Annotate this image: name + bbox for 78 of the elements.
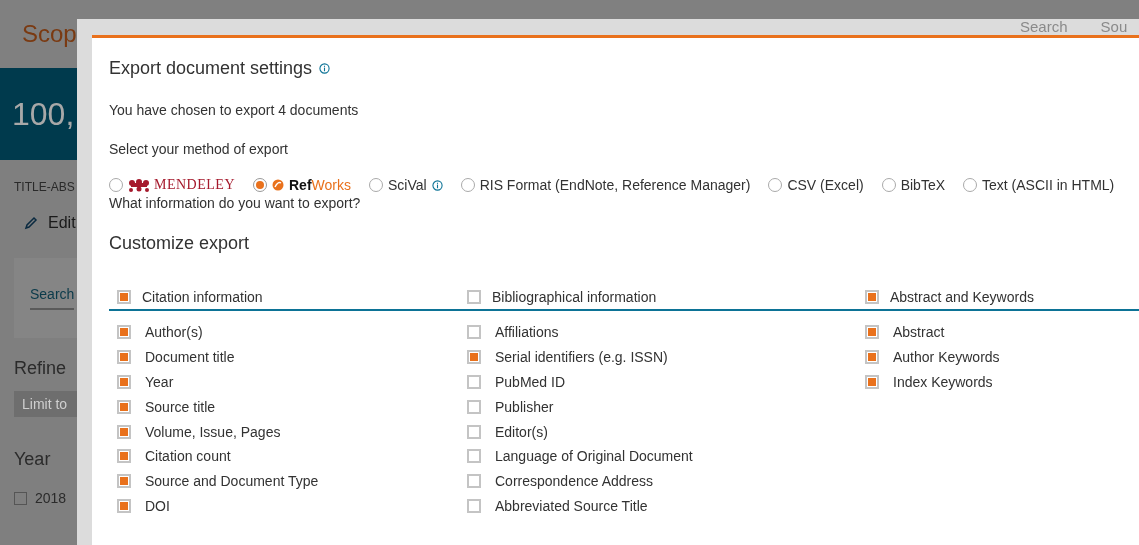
pencil-icon[interactable]: [24, 216, 38, 230]
checkbox[interactable]: [117, 399, 131, 414]
dialog-title: Export document settings: [109, 58, 313, 79]
mendeley-logo-icon: [128, 178, 150, 192]
option-label[interactable]: Citation count: [145, 448, 231, 465]
option-label[interactable]: Serial identifiers (e.g. ISSN): [495, 349, 668, 366]
option-label[interactable]: Source title: [145, 398, 216, 415]
group-label[interactable]: Abstract and Keywords: [890, 289, 1034, 305]
export-method-option[interactable]: MENDELEY: [109, 177, 235, 193]
section-heading: Customize export: [109, 233, 251, 254]
checkbox[interactable]: [117, 498, 131, 513]
checkbox[interactable]: [865, 375, 879, 389]
method-label: CSV (Excel): [787, 177, 864, 193]
checkbox[interactable]: [117, 449, 131, 464]
checkbox[interactable]: [865, 350, 879, 365]
export-method-option[interactable]: BibTeX: [881, 177, 945, 193]
export-method-option[interactable]: RefWorks: [253, 177, 351, 193]
checkbox[interactable]: [467, 325, 481, 340]
option-label[interactable]: DOI: [145, 497, 170, 514]
option-label[interactable]: Index Keywords: [893, 374, 993, 390]
checkbox[interactable]: [117, 375, 131, 389]
radio-button[interactable]: [109, 178, 123, 192]
option-label[interactable]: Source and Document Type: [145, 473, 319, 490]
checkbox[interactable]: [467, 498, 481, 513]
checkbox[interactable]: [117, 350, 131, 365]
radio-button[interactable]: [460, 178, 475, 192]
group-label[interactable]: Citation information: [142, 289, 263, 305]
option-label[interactable]: Author(s): [145, 324, 203, 341]
radio-button[interactable]: [881, 178, 896, 192]
checkbox[interactable]: [865, 325, 879, 340]
option-label[interactable]: Abbreviated Source Title: [495, 497, 648, 514]
export-summary: You have chosen to export 4 documents: [109, 102, 360, 118]
info-icon[interactable]: [319, 63, 331, 74]
option-label[interactable]: Volume, Issue, Pages: [145, 423, 281, 440]
method-label: RefWorks: [289, 177, 351, 193]
option-label[interactable]: PubMed ID: [495, 374, 566, 390]
year-option[interactable]: 2018: [35, 490, 67, 506]
results-count: 100,: [12, 95, 75, 133]
checkbox[interactable]: [467, 399, 481, 414]
refworks-logo-icon: [272, 179, 284, 191]
checkbox[interactable]: [14, 491, 27, 505]
option-label[interactable]: Author Keywords: [893, 349, 1000, 366]
refine-heading: Refine: [14, 358, 67, 379]
radio-button[interactable]: [253, 178, 267, 192]
edit-link[interactable]: Edit: [48, 214, 76, 232]
checkbox[interactable]: [117, 290, 131, 304]
checkbox[interactable]: [117, 424, 131, 439]
method-label: SciVal: [388, 177, 427, 193]
option-label[interactable]: Abstract: [893, 324, 945, 341]
export-method-option[interactable]: SciVal: [369, 177, 443, 193]
option-label[interactable]: Correspondence Address: [495, 473, 653, 490]
group-label[interactable]: Bibliographical information: [492, 289, 657, 305]
year-heading: Year: [14, 449, 51, 470]
checkbox[interactable]: [467, 449, 481, 464]
search-query: TITLE-ABS: [14, 180, 75, 194]
export-method-option[interactable]: CSV (Excel): [768, 177, 864, 193]
option-label[interactable]: Document title: [145, 349, 235, 366]
checkbox[interactable]: [467, 290, 481, 304]
method-label: MENDELEY: [154, 177, 235, 193]
option-label[interactable]: Publisher: [495, 398, 554, 415]
info-prompt: What information do you want to export?: [109, 195, 362, 211]
radio-button[interactable]: [768, 178, 783, 192]
option-label[interactable]: Language of Original Document: [495, 448, 693, 465]
method-label: BibTeX: [900, 177, 945, 193]
radio-button[interactable]: [369, 178, 383, 192]
option-label[interactable]: Editor(s): [495, 423, 548, 440]
checkbox[interactable]: [117, 474, 131, 489]
checkbox[interactable]: [467, 375, 481, 389]
radio-button[interactable]: [963, 178, 977, 192]
option-label[interactable]: Affiliations: [495, 324, 559, 341]
checkbox[interactable]: [467, 474, 481, 489]
info-icon[interactable]: [431, 179, 443, 191]
checkbox[interactable]: [117, 325, 131, 340]
checkbox[interactable]: [467, 424, 481, 439]
option-label[interactable]: Year: [145, 374, 174, 390]
checkbox[interactable]: [865, 290, 879, 304]
checkbox[interactable]: [467, 350, 481, 365]
method-prompt: Select your method of export: [109, 141, 289, 157]
